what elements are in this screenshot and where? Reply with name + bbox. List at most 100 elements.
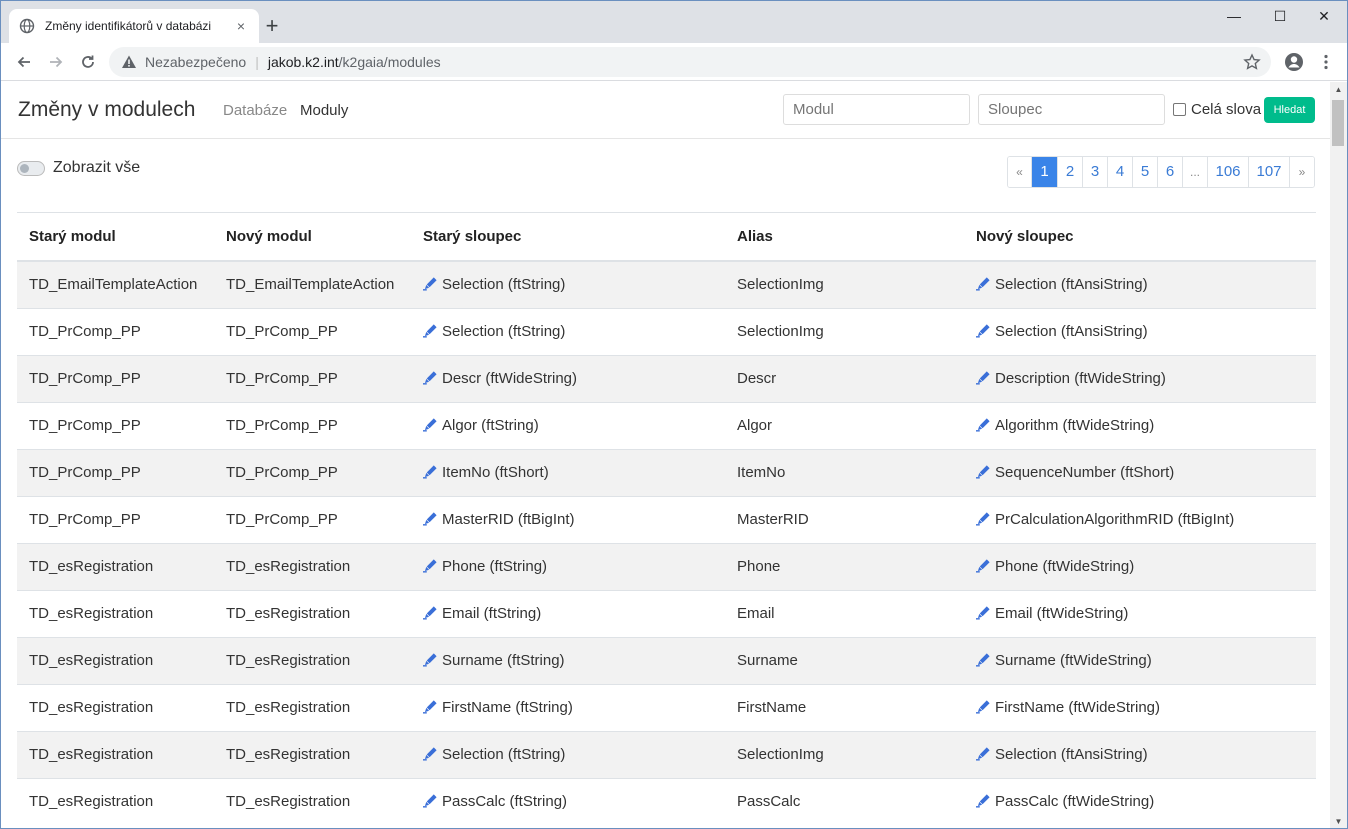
warning-icon	[121, 54, 137, 70]
pen-icon	[976, 699, 991, 714]
nav-link-databaze[interactable]: Databáze	[223, 102, 287, 119]
cell-text: TD_esRegistration	[226, 746, 351, 763]
table-row: TD_EmailTemplateAction TD_EmailTemplateAc…	[17, 260, 1316, 308]
pagination-prev[interactable]: «	[1008, 157, 1032, 187]
cell-alias: SelectionImg	[725, 260, 964, 308]
pagination-next[interactable]: »	[1290, 157, 1314, 187]
cell-text: TD_PrComp_PP	[29, 417, 141, 434]
pagination-page[interactable]: 6	[1158, 157, 1183, 187]
cell-alias: PassCalc	[725, 777, 964, 825]
module-search-input[interactable]	[783, 94, 970, 125]
tab-close-icon[interactable]: ×	[233, 18, 249, 34]
cell-new-column: Algorithm (ftWideString)	[964, 401, 1316, 449]
maximize-button[interactable]: ☐	[1257, 1, 1303, 31]
cell-text: Selection (ftString)	[442, 323, 566, 340]
cell-text: TD_esRegistration	[29, 746, 154, 763]
pen-icon	[976, 793, 991, 808]
address-bar[interactable]: Nezabezpečeno | jakob.k2.int/k2gaia/modu…	[109, 47, 1271, 77]
nav-link-moduly[interactable]: Moduly	[300, 102, 348, 119]
cell-old-module: TD_esRegistration	[17, 683, 214, 731]
cell-new-module: TD_PrComp_PP	[214, 401, 411, 449]
pagination-page[interactable]: 3	[1083, 157, 1108, 187]
pen-icon	[423, 605, 438, 620]
bookmark-star-icon[interactable]	[1243, 53, 1261, 71]
globe-icon	[19, 18, 35, 34]
table-body: TD_EmailTemplateAction TD_EmailTemplateAc…	[17, 260, 1316, 825]
table-header-row: Starý modul Nový modul Starý sloupec Ali…	[17, 213, 1316, 262]
pagination: « 1 2 3 4 5 6 ... 106 107 »	[1007, 156, 1315, 188]
header-new-column[interactable]: Nový sloupec	[964, 213, 1316, 262]
cell-text: Selection (ftAnsiString)	[995, 276, 1148, 294]
cell-new-column: Surname (ftWideString)	[964, 636, 1316, 684]
whole-words-checkbox[interactable]	[1173, 103, 1186, 116]
scroll-thumb[interactable]	[1332, 100, 1344, 146]
cell-new-module: TD_esRegistration	[214, 542, 411, 590]
pagination-page[interactable]: 4	[1108, 157, 1133, 187]
browser-tab[interactable]: Změny identifikátorů v databázi ×	[9, 9, 259, 43]
cell-text: Selection (ftString)	[442, 276, 566, 294]
cell-text: TD_PrComp_PP	[29, 370, 141, 387]
cell-new-column: Description (ftWideString)	[964, 354, 1316, 402]
new-tab-button[interactable]: +	[263, 15, 281, 37]
show-all-toggle[interactable]	[17, 161, 45, 176]
cell-text: TD_PrComp_PP	[226, 511, 338, 528]
pagination-page[interactable]: 5	[1133, 157, 1158, 187]
reload-button[interactable]	[75, 49, 101, 75]
pagination-page[interactable]: 1	[1032, 157, 1058, 187]
cell-text: TD_PrComp_PP	[29, 323, 141, 340]
cell-old-column: Phone (ftString)	[411, 542, 725, 590]
cell-old-column: Selection (ftString)	[411, 730, 725, 778]
pen-icon	[976, 746, 991, 761]
cell-alias: Descr	[725, 354, 964, 402]
pen-icon	[423, 652, 438, 667]
cell-text: Email (ftString)	[442, 605, 542, 622]
header-alias[interactable]: Alias	[725, 213, 964, 262]
cell-old-module: TD_PrComp_PP	[17, 307, 214, 355]
column-search-input[interactable]	[978, 94, 1165, 125]
cell-text: Surname	[737, 652, 798, 669]
menu-dots-icon[interactable]	[1313, 49, 1339, 75]
security-label: Nezabezpečeno	[145, 54, 247, 70]
pen-icon	[976, 323, 991, 338]
close-window-button[interactable]: ✕	[1301, 1, 1347, 31]
cell-text: TD_PrComp_PP	[226, 323, 338, 340]
address-separator: |	[255, 54, 259, 70]
pagination-page[interactable]: 107	[1249, 157, 1290, 187]
cell-text: TD_PrComp_PP	[226, 417, 338, 434]
cell-text: FirstName	[737, 699, 807, 716]
forward-button[interactable]	[43, 49, 69, 75]
search-button[interactable]: Hledat	[1264, 97, 1315, 123]
header-new-module[interactable]: Nový modul	[214, 213, 411, 262]
pen-icon	[423, 746, 438, 761]
cell-text: TD_esRegistration	[29, 605, 154, 622]
scroll-up-icon[interactable]: ▲	[1330, 82, 1347, 98]
profile-icon[interactable]	[1281, 49, 1307, 75]
minimize-button[interactable]: —	[1211, 1, 1257, 31]
table-row: TD_PrComp_PP TD_PrComp_PP Descr (ftWideStr…	[17, 354, 1316, 402]
pagination-page[interactable]: 106	[1208, 157, 1249, 187]
pen-icon	[976, 417, 991, 432]
cell-alias: FirstName	[725, 683, 964, 731]
cell-new-column: Selection (ftAnsiString)	[964, 307, 1316, 355]
cell-old-column: Selection (ftString)	[411, 260, 725, 308]
cell-text: Algorithm (ftWideString)	[995, 417, 1155, 434]
header-old-module[interactable]: Starý modul	[17, 213, 214, 262]
cell-old-module: TD_esRegistration	[17, 542, 214, 590]
cell-text: MasterRID (ftBigInt)	[442, 511, 575, 528]
vertical-scrollbar[interactable]: ▲ ▼	[1330, 82, 1347, 828]
cell-text: SelectionImg	[737, 323, 824, 340]
header-old-column[interactable]: Starý sloupec	[411, 213, 725, 262]
url-host: jakob.k2.int	[267, 54, 339, 70]
pagination-page[interactable]: 2	[1058, 157, 1083, 187]
cell-old-module: TD_PrComp_PP	[17, 448, 214, 496]
pen-icon	[423, 323, 438, 338]
cell-old-module: TD_esRegistration	[17, 777, 214, 825]
cell-text: SelectionImg	[737, 746, 824, 763]
table-row: TD_esRegistration TD_esRegistration PassCa…	[17, 777, 1316, 825]
cell-old-column: MasterRID (ftBigInt)	[411, 495, 725, 543]
pagination-ellipsis: ...	[1183, 157, 1208, 187]
scroll-down-icon[interactable]: ▼	[1330, 814, 1347, 828]
pen-icon	[976, 558, 991, 573]
back-button[interactable]	[11, 49, 37, 75]
cell-alias: ItemNo	[725, 448, 964, 496]
